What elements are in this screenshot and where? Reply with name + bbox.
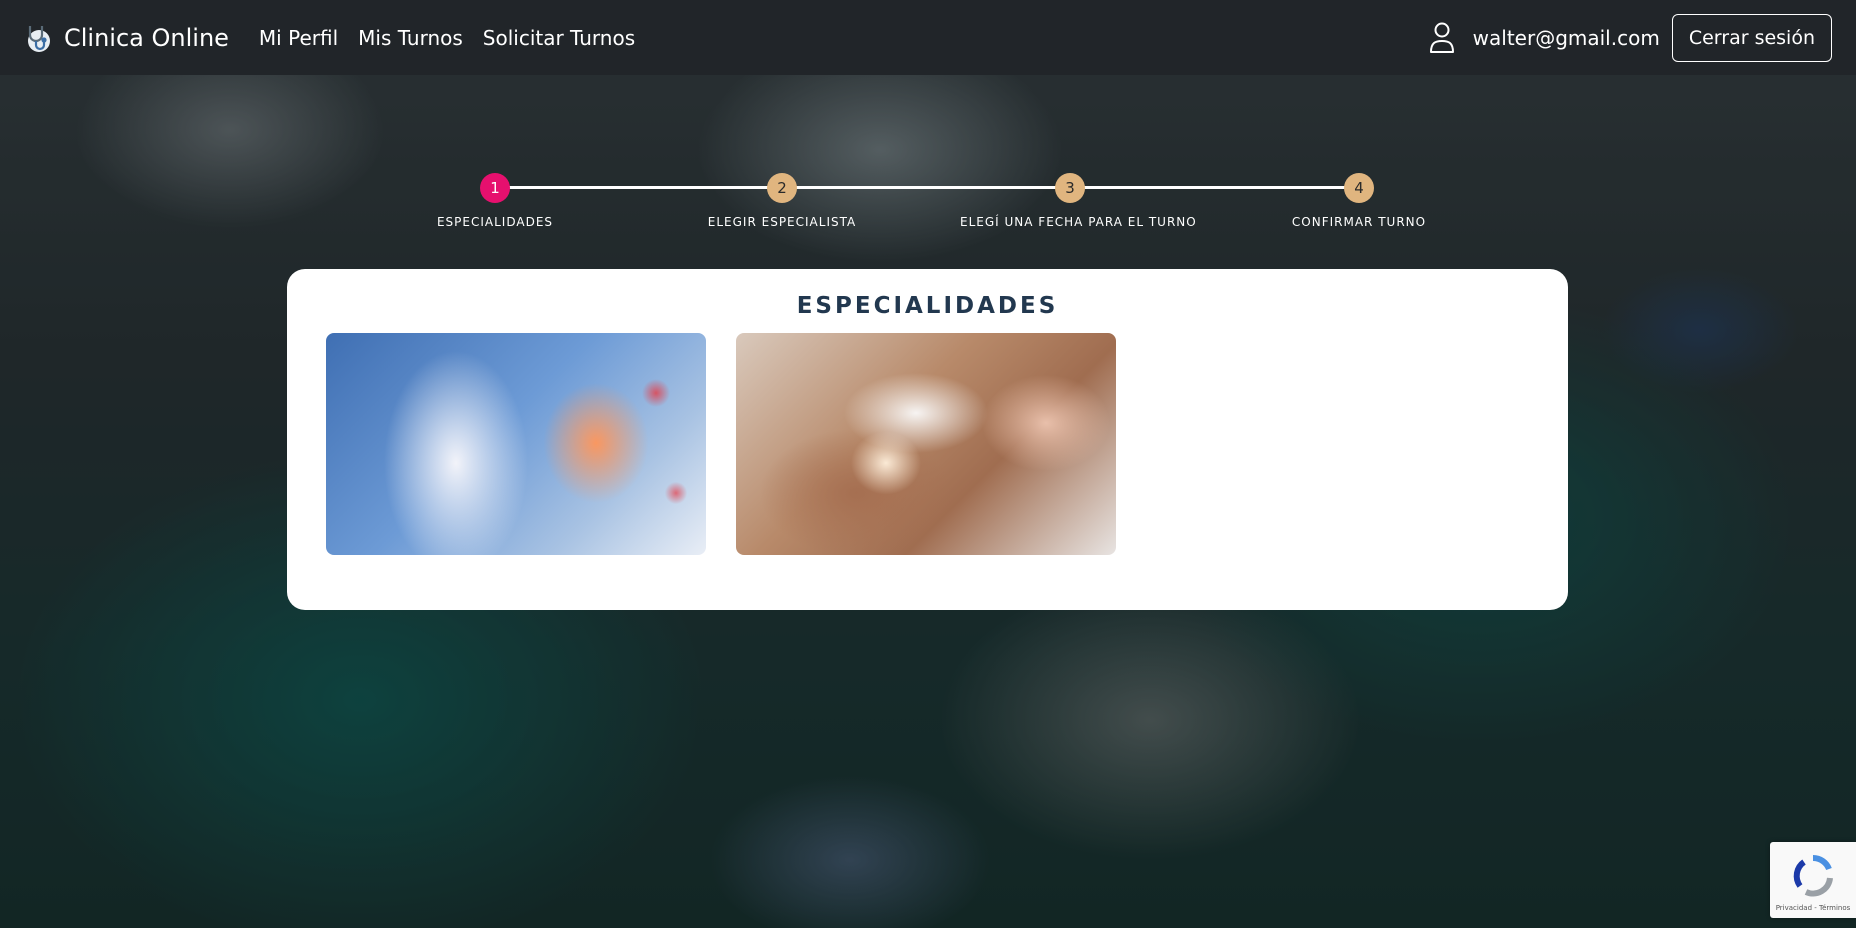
stepper: 1 ESPECIALIDADES 2 ELEGIR ESPECIALISTA 3… — [0, 170, 1856, 240]
step-4[interactable]: 4 CONFIRMAR TURNO — [1249, 173, 1469, 229]
card-title: ESPECIALIDADES — [796, 293, 1059, 319]
step-number: 1 — [480, 173, 510, 203]
nav-link-solicitar-turnos[interactable]: Solicitar Turnos — [483, 26, 635, 50]
step-label: ESPECIALIDADES — [436, 215, 554, 229]
nav-link-mi-perfil[interactable]: Mi Perfil — [259, 26, 338, 50]
user-email: walter@gmail.com — [1472, 25, 1660, 50]
stethoscope-icon — [22, 22, 54, 54]
stepper-line — [495, 186, 1359, 189]
step-1[interactable]: 1 ESPECIALIDADES — [385, 173, 605, 229]
recaptcha-icon — [1790, 852, 1836, 898]
user-area: walter@gmail.com Cerrar sesión — [1427, 0, 1832, 75]
specialty-dermatology-image[interactable] — [736, 333, 1116, 555]
recaptcha-badge[interactable]: Privacidad - Términos — [1770, 842, 1856, 918]
brand-name: Clinica Online — [64, 23, 229, 52]
user-icon — [1427, 20, 1457, 56]
navbar: Clinica Online Mi Perfil Mis Turnos Soli… — [0, 0, 1856, 75]
specialties-card: ESPECIALIDADES — [287, 269, 1568, 610]
step-2[interactable]: 2 ELEGIR ESPECIALISTA — [672, 173, 892, 229]
step-number: 2 — [767, 173, 797, 203]
step-number: 4 — [1344, 173, 1374, 203]
step-label: CONFIRMAR TURNO — [1291, 215, 1427, 229]
step-number: 3 — [1055, 173, 1085, 203]
logout-button[interactable]: Cerrar sesión — [1671, 13, 1832, 62]
nav-link-mis-turnos[interactable]: Mis Turnos — [358, 26, 463, 50]
step-label: ELEGIR ESPECIALISTA — [707, 215, 857, 229]
recaptcha-links[interactable]: Privacidad - Términos — [1770, 904, 1856, 912]
specialty-gastroenterology-image[interactable] — [326, 333, 706, 555]
step-label: ELEGÍ UNA FECHA PARA EL TURNO — [960, 215, 1197, 229]
brand[interactable]: Clinica Online — [22, 22, 229, 54]
nav-links: Mi Perfil Mis Turnos Solicitar Turnos — [259, 26, 655, 50]
step-3[interactable]: 3 ELEGÍ UNA FECHA PARA EL TURNO — [960, 173, 1197, 229]
